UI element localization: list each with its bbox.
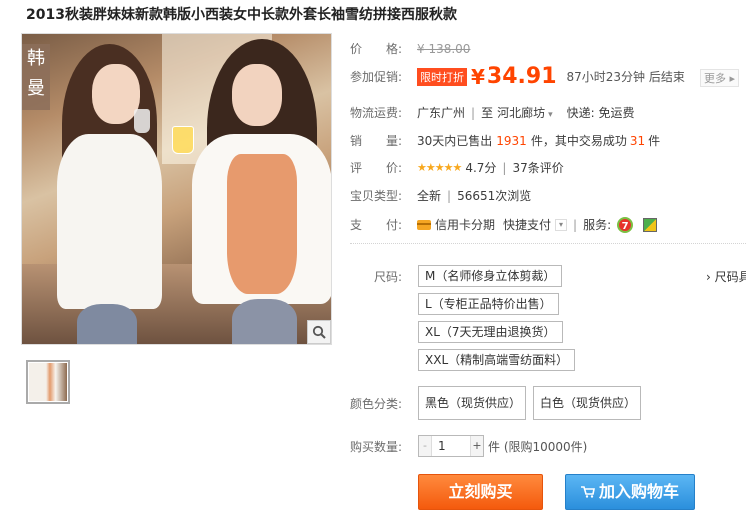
promo-countdown: 87小时23分钟 后结束: [566, 70, 685, 84]
pay-row: 支 付: 信用卡分期 快捷支付 ▾ | 服务: 7: [350, 216, 658, 233]
zoom-icon[interactable]: [307, 320, 331, 344]
quantity-label: 购买数量:: [350, 440, 403, 454]
installment-option[interactable]: 信用卡分期: [435, 216, 495, 233]
currency-symbol: ¥: [471, 64, 485, 89]
quantity-stepper: - +: [418, 435, 484, 457]
star-rating-icon: ★★★★★: [417, 161, 462, 174]
quantity-increase-button[interactable]: +: [471, 436, 483, 456]
brand-watermark: 韩 曼: [22, 44, 50, 110]
cart-icon: [580, 486, 595, 498]
quantity-limit: 件 (限购10000件): [488, 440, 588, 454]
shipping-row: 物流运费: 广东广州 | 至 河北廊坊 ▾ 快递: 免运费: [350, 104, 635, 121]
size-option-l[interactable]: L（专柜正品特价出售）: [418, 293, 559, 315]
price-label: 价 格:: [350, 42, 403, 56]
buy-now-button[interactable]: 立刻购买: [418, 474, 543, 510]
original-price: ¥ 138.00: [417, 41, 471, 56]
service-badge-icon[interactable]: [643, 217, 658, 232]
quantity-input[interactable]: [431, 436, 471, 456]
shipping-label: 物流运费:: [350, 106, 403, 120]
promo-label: 参加促销:: [350, 70, 403, 84]
price-row: 价 格: ¥ 138.00: [350, 40, 470, 57]
review-count-link[interactable]: 37条评价: [512, 159, 563, 176]
ship-to-selector[interactable]: 河北廊坊 ▾: [497, 104, 553, 121]
promo-price: 34.91: [486, 64, 557, 89]
delivery-fee: 快递: 免运费: [566, 106, 635, 120]
more-promos-button[interactable]: 更多 ▸: [700, 69, 740, 87]
image-thumbnail[interactable]: [26, 360, 70, 404]
type-label: 宝贝类型:: [350, 189, 403, 203]
product-title: 2013秋装胖妹妹新款韩版小西装女中长款外套长袖雪纺拼接西服秋款: [26, 7, 457, 23]
promo-row: 参加促销: 限时打折 ¥ 34.91 87小时23分钟 后结束: [350, 64, 685, 89]
size-label: 尺码:: [374, 270, 403, 284]
promo-badge: 限时打折: [417, 67, 467, 86]
rating-score: 4.7分: [465, 161, 497, 175]
service-label: 服务:: [583, 218, 612, 232]
seven-day-return-icon[interactable]: 7: [617, 216, 634, 233]
condition: 全新: [417, 189, 442, 203]
quantity-decrease-button[interactable]: -: [419, 436, 431, 456]
credit-card-icon: [417, 219, 431, 230]
size-guide-link[interactable]: › 尺码具: [706, 268, 746, 285]
chevron-down-icon[interactable]: ▾: [555, 218, 568, 231]
sales-label: 销 量:: [350, 134, 403, 148]
view-count: 56651次浏览: [457, 189, 532, 203]
pay-label: 支 付:: [350, 218, 403, 232]
rating-row: 评 价: ★★★★★ 4.7分 | 37条评价: [350, 159, 564, 176]
sales-row: 销 量: 30天内已售出 1931 件，其中交易成功 31 件: [350, 133, 661, 149]
size-option-xxl[interactable]: XXL（精制高端雪纺面料）: [418, 349, 576, 371]
type-row: 宝贝类型: 全新 | 56651次浏览: [350, 188, 532, 204]
size-option-xl[interactable]: XL（7天无理由退换货）: [418, 321, 563, 343]
ship-from: 广东广州: [417, 106, 466, 120]
success-count: 31: [629, 133, 646, 148]
divider: [350, 243, 746, 244]
color-option-black[interactable]: 黑色（现货供应）: [418, 386, 526, 420]
rating-label: 评 价:: [350, 161, 403, 175]
chevron-down-icon: ▾: [548, 110, 553, 120]
sold-count: 1931: [496, 133, 527, 148]
color-label: 颜色分类:: [350, 397, 403, 411]
product-main-image[interactable]: 韩 曼: [21, 33, 332, 345]
add-to-cart-button[interactable]: 加入购物车: [565, 474, 695, 510]
color-option-white[interactable]: 白色（现货供应）: [533, 386, 641, 420]
quick-pay-option[interactable]: 快捷支付: [503, 216, 551, 233]
size-option-m[interactable]: M（名师修身立体剪裁）: [418, 265, 563, 287]
ship-to-prefix: 至: [481, 106, 494, 120]
